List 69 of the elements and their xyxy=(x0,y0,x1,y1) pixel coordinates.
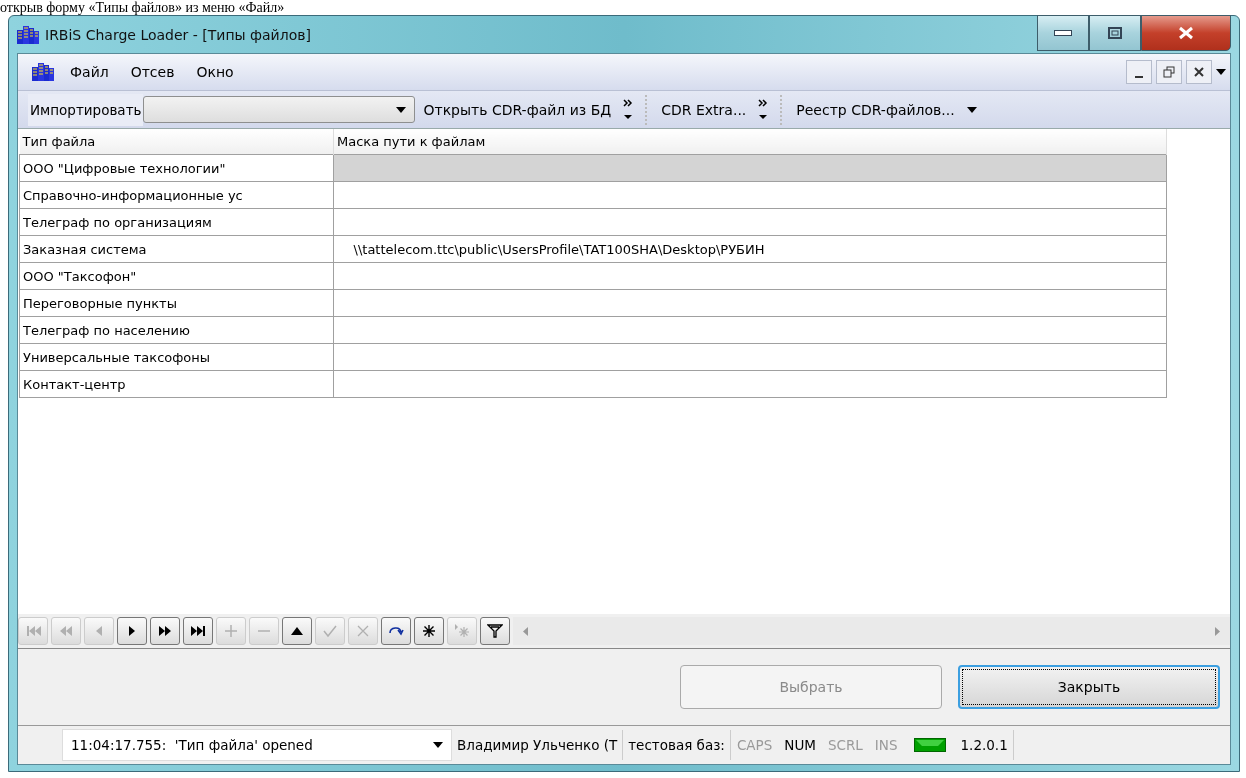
table-cell: Переговорные пункты xyxy=(19,289,334,317)
close-icon xyxy=(1178,26,1194,40)
toolbar-button[interactable]: CDR Extra... xyxy=(653,92,777,127)
table-cell: Универсальные таксофоны xyxy=(19,343,334,371)
database-pane: тестовая баз: xyxy=(623,730,731,760)
table-cell: Телеграф по населению xyxy=(19,316,334,344)
key-indicator: NUM xyxy=(783,737,817,753)
navigator-button[interactable] xyxy=(183,617,213,645)
scroll-left-icon xyxy=(523,626,528,636)
close-button[interactable] xyxy=(1141,15,1231,51)
insert-icon xyxy=(223,623,239,639)
maximize-icon xyxy=(1108,27,1122,39)
navigator-button[interactable] xyxy=(414,617,444,645)
table-cell: ООО "Таксофон" xyxy=(19,262,334,290)
key-indicator: SCRL xyxy=(826,737,864,753)
column-header[interactable]: Тип файла xyxy=(19,129,334,155)
minimize-icon xyxy=(1054,30,1072,36)
minimize-icon xyxy=(1135,76,1143,78)
key-indicator: INS xyxy=(873,737,899,753)
table-cell: Заказная система xyxy=(19,235,334,263)
table-cell: Справочно-информационные ус xyxy=(19,181,334,209)
maximize-button[interactable] xyxy=(1089,15,1141,51)
close-button[interactable] xyxy=(1186,60,1212,84)
toolbar-button[interactable]: Реестр CDR-файлов... xyxy=(788,92,985,127)
close-icon xyxy=(1193,66,1205,78)
restore-icon xyxy=(1163,66,1175,78)
star-icon xyxy=(421,623,437,639)
user-pane: Владимир Ульченко (Т xyxy=(452,730,624,760)
star-arrow-icon xyxy=(454,623,470,639)
buildings-logo-icon xyxy=(17,25,39,44)
table-cell: Контакт-центр xyxy=(19,370,334,398)
navigator-button[interactable] xyxy=(150,617,180,645)
table-cell: \\tattelecom.ttc\public\UsersProfile\TAT100SHA\Desktop\РУБИН xyxy=(333,235,1167,263)
dialog-button[interactable]: Закрыть xyxy=(958,665,1220,709)
window-title: IRBiS Charge Loader - [Типы файлов] xyxy=(45,26,311,43)
horizontal-scrollbar[interactable] xyxy=(513,617,1230,645)
prior-page-icon xyxy=(58,623,74,639)
navigator-button[interactable] xyxy=(480,617,510,645)
connection-led-icon xyxy=(913,738,946,752)
column-header[interactable]: Маска пути к файлам xyxy=(333,129,1167,155)
post-icon xyxy=(322,623,338,639)
dropdown-caret-icon xyxy=(396,106,407,113)
import-label: Импортировать xyxy=(28,93,144,126)
minimize-button[interactable] xyxy=(1037,15,1089,51)
document-caption: открыв форму «Типы файлов» из меню «Файл» xyxy=(0,0,286,15)
log-combo[interactable]: 11:04:17.755: 'Тип файла' opened xyxy=(62,729,452,761)
menu-item[interactable]: Окно xyxy=(190,64,240,80)
navigator-button[interactable] xyxy=(282,617,312,645)
overflow-caret-icon xyxy=(1216,69,1226,75)
menu-item[interactable]: Отсев xyxy=(124,64,181,80)
navigator-button[interactable] xyxy=(381,617,411,645)
dropdown-caret-icon xyxy=(433,742,443,748)
last-icon xyxy=(190,623,206,639)
minimize-button[interactable] xyxy=(1126,60,1152,84)
toolbar-button[interactable]: Открыть CDR-файл из БД xyxy=(415,92,642,127)
buildings-logo-icon xyxy=(32,63,54,81)
cancel-icon xyxy=(355,623,371,639)
version-pane: 1.2.0.1 xyxy=(955,730,1014,760)
key-indicator: CAPS xyxy=(735,737,774,753)
log-text: 11:04:17.755: 'Тип файла' opened xyxy=(71,737,313,753)
table-cell: ООО "Цифровые технологии" xyxy=(19,154,334,182)
menu-item[interactable]: Файл xyxy=(64,64,115,80)
table-cell: Телеграф по организациям xyxy=(19,208,334,236)
scroll-right-icon xyxy=(1215,626,1220,636)
next-page-icon xyxy=(157,623,173,639)
import-combo[interactable] xyxy=(143,96,416,123)
first-icon xyxy=(25,623,41,639)
navigator-button[interactable] xyxy=(117,617,147,645)
filter-icon xyxy=(487,623,503,639)
